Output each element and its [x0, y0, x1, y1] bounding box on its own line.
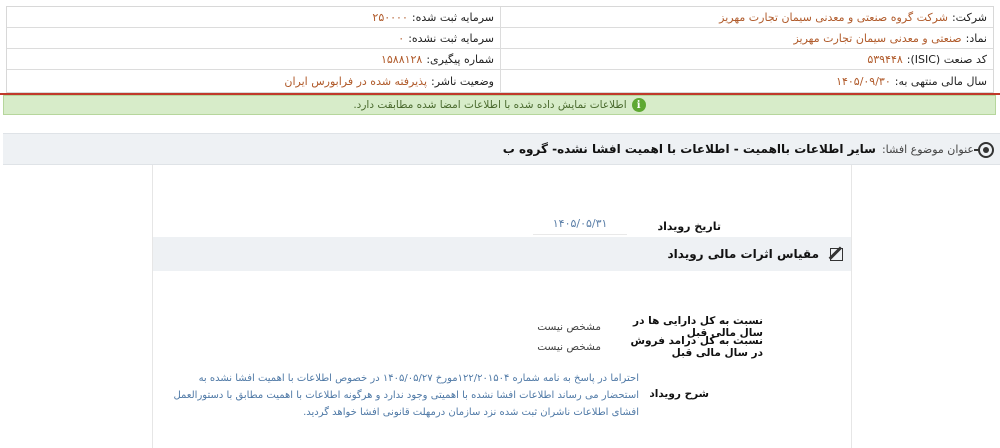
event-date-row: تاریخ رویداد ۱۴۰۵/۰۵/۳۱ — [532, 217, 721, 235]
info-row: شرکت: شرکت گروه صنعتی و معدنی سیمان تجار… — [7, 7, 993, 28]
isic-cell: کد صنعت (ISIC): ۵۳۹۴۴۸ — [500, 49, 993, 69]
company-value: شرکت گروه صنعتی و معدنی سیمان تجارت مهری… — [719, 10, 948, 24]
info-row: کد صنعت (ISIC): ۵۳۹۴۴۸ شماره پیگیری: ۱۵۸… — [7, 49, 993, 70]
symbol-cell: نماد: صنعتی و معدنی سیمان تجارت مهریز — [500, 28, 993, 48]
impact-label: نسبت به کل درامد فروش در سال مالی قبل — [630, 335, 763, 359]
registered-capital-value: ۲۵۰۰۰۰ — [372, 10, 408, 24]
financial-impact-header: مقیاس اثرات مالی رویداد — [153, 237, 851, 271]
info-row: سال مالی منتهی به: ۱۴۰۵/۰۹/۳۰ وضعیت ناشر… — [7, 70, 993, 92]
event-date-value: ۱۴۰۵/۰۵/۳۱ — [532, 217, 628, 235]
registered-capital-label: سرمایه ثبت شده: — [411, 10, 494, 24]
symbol-value[interactable]: صنعتی و معدنی سیمان تجارت مهریز — [793, 32, 961, 45]
registered-capital-cell: سرمایه ثبت شده: ۲۵۰۰۰۰ — [7, 7, 500, 27]
verification-notice: i اطلاعات نمایش داده شده با اطلاعات امضا… — [3, 95, 996, 115]
company-info-table: شرکت: شرکت گروه صنعتی و معدنی سیمان تجار… — [6, 6, 994, 93]
subject-bar: عنوان موضوع افشا: سایر اطلاعات بااهمیت -… — [3, 133, 1000, 165]
event-description-text: احتراما در پاسخ به نامه شماره ۱۲۲/۲۰۱۵۰۴… — [173, 373, 639, 418]
unregistered-capital-label: سرمایه ثبت نشده: — [408, 31, 494, 45]
fiscal-year-label: سال مالی منتهی به: — [894, 74, 987, 88]
isic-value: ۵۳۹۴۴۸ — [867, 52, 903, 66]
fiscal-year-value: ۱۴۰۵/۰۹/۳۰ — [836, 74, 891, 88]
unregistered-capital-value: ۰ — [398, 31, 405, 45]
impact-value: مشخص نیست — [537, 341, 601, 353]
tracking-value: ۱۵۸۸۱۲۸ — [380, 52, 423, 66]
company-cell: شرکت: شرکت گروه صنعتی و معدنی سیمان تجار… — [500, 7, 993, 27]
symbol-label: نماد: — [965, 31, 987, 45]
announcement-panel: تاریخ رویداد ۱۴۰۵/۰۵/۳۱ مقیاس اثرات مالی… — [152, 165, 852, 448]
publisher-status-cell: وضعیت ناشر: پذیرفته شده در فرابورس ایران — [7, 70, 500, 92]
fiscal-year-cell: سال مالی منتهی به: ۱۴۰۵/۰۹/۳۰ — [500, 70, 993, 92]
event-description-label: شرح رویداد — [649, 388, 709, 400]
info-row: نماد: صنعتی و معدنی سیمان تجارت مهریز سر… — [7, 28, 993, 49]
impact-value: مشخص نیست — [537, 321, 601, 333]
tracking-cell: شماره پیگیری: ۱۵۸۸۱۲۸ — [7, 49, 500, 69]
info-icon: i — [631, 98, 646, 112]
event-description-row: شرح رویداد احتراما در پاسخ به نامه شماره… — [159, 370, 709, 421]
subject-label: عنوان موضوع افشا: — [881, 142, 974, 156]
isic-label: کد صنعت (ISIC): — [906, 52, 987, 66]
notice-text: اطلاعات نمایش داده شده با اطلاعات امضا ش… — [353, 99, 627, 111]
company-label: شرکت: — [951, 10, 987, 24]
subject-title: سایر اطلاعات بااهمیت - اطلاعات با اهمیت … — [502, 142, 876, 156]
tracking-label: شماره پیگیری: — [426, 52, 494, 66]
publisher-status-label: وضعیت ناشر: — [431, 74, 494, 88]
financial-impact-title: مقیاس اثرات مالی رویداد — [667, 247, 819, 261]
event-date-label: تاریخ رویداد — [657, 219, 721, 233]
target-icon — [974, 142, 994, 158]
edit-icon — [825, 246, 843, 262]
impact-row-revenue: نسبت به کل درامد فروش در سال مالی قبل مش… — [537, 335, 763, 359]
publisher-status-value: پذیرفته شده در فرابورس ایران — [284, 74, 428, 88]
unregistered-capital-cell: سرمایه ثبت نشده: ۰ — [7, 28, 500, 48]
